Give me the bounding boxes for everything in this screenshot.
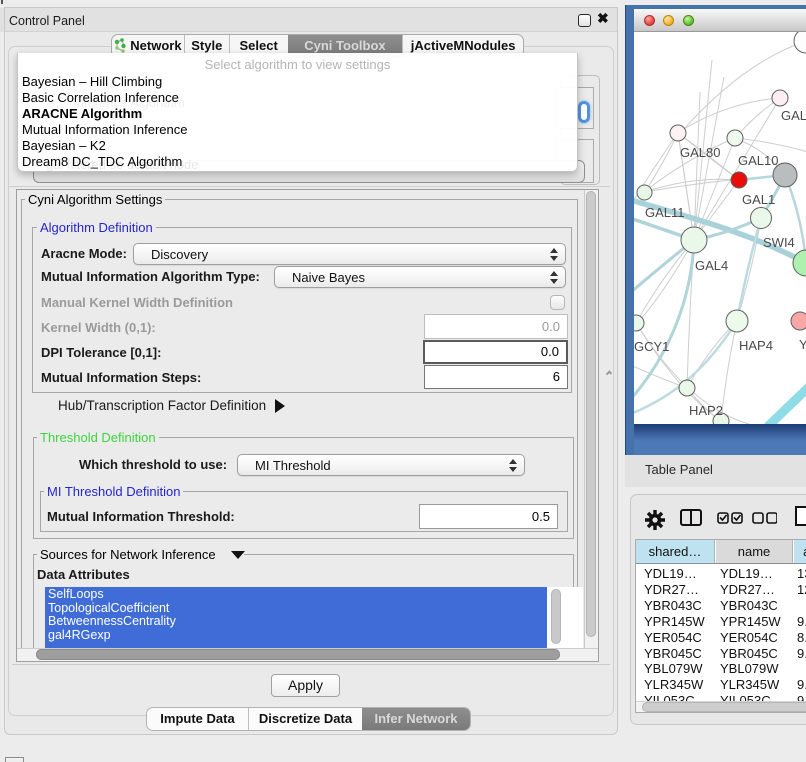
svg-text:HAP4: HAP4 (739, 338, 773, 353)
svg-text:GAL1: GAL1 (742, 192, 775, 207)
svg-text:GAL10: GAL10 (738, 153, 778, 168)
svg-text:GAL7: GAL7 (781, 108, 806, 123)
svg-text:GAL80: GAL80 (680, 145, 720, 160)
svg-text:GAL11: GAL11 (645, 205, 685, 220)
svg-text:Y: Y (799, 337, 806, 352)
svg-text:HAP2: HAP2 (689, 403, 723, 418)
svg-text:GAL4: GAL4 (695, 258, 728, 273)
svg-text:GCY1: GCY1 (634, 339, 669, 354)
svg-text:SWI4: SWI4 (763, 235, 795, 250)
